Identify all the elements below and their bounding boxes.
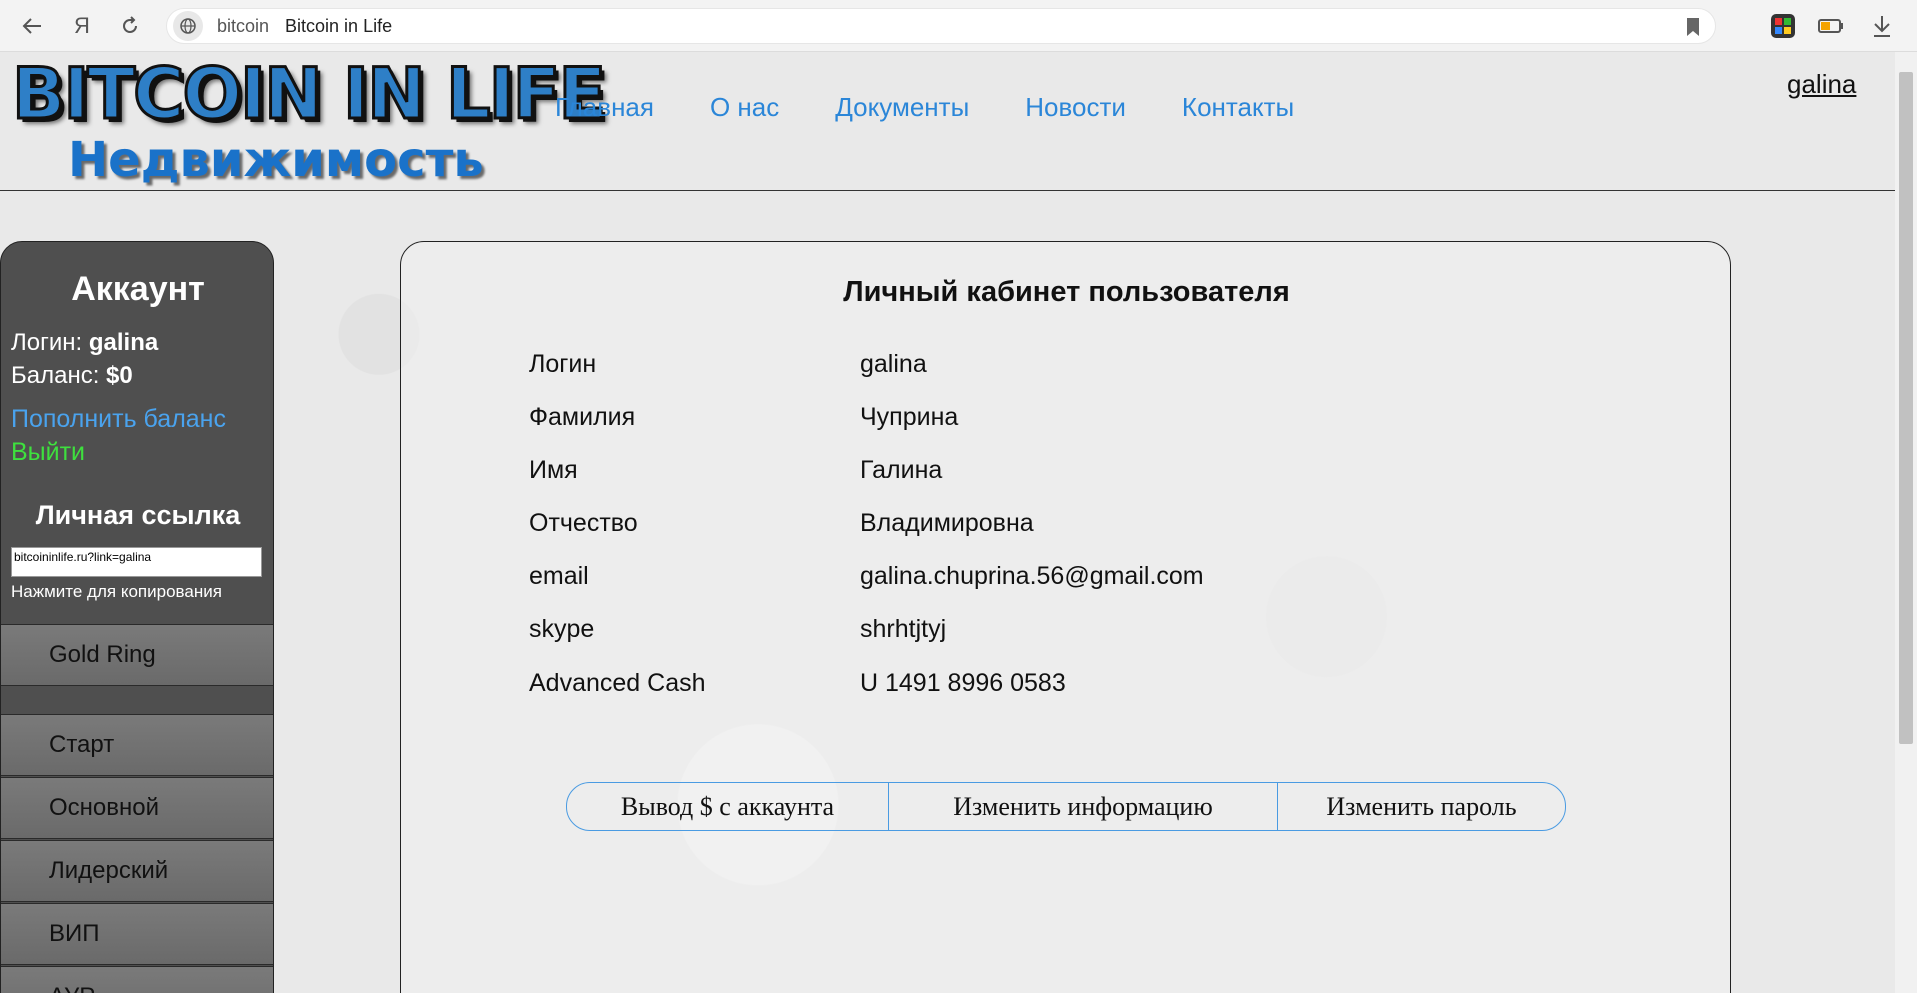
personal-link-title: Личная ссылка [35,500,241,530]
browser-toolbar: Я bitcoin Bitcoin in Life [0,0,1917,52]
header-divider [0,190,1895,191]
site-logo[interactable]: BITCOIN IN LIFE [10,55,607,134]
login-label: Логин: [11,329,89,356]
sidebar-balance: Баланс: $0 [11,362,133,390]
sidebar-title: Аккаунт [71,270,205,308]
balance-label: Баланс: [11,362,107,389]
info-row-patronymic: Отчество Владимировна [529,509,1429,549]
sidebar-item-start[interactable]: Старт [1,714,273,776]
info-label: Фамилия [529,403,636,431]
site-subtitle: Недвижимость [68,132,484,188]
nav-link-documents[interactable]: Документы [835,92,969,123]
copy-hint[interactable]: Нажмите для копирования [11,582,222,602]
info-row-name: Имя Галина [529,456,1429,496]
nav-link-contacts[interactable]: Контакты [1182,92,1294,123]
user-cabinet-card: Личный кабинет пользователя Логин galina… [400,241,1731,993]
sidebar-item-basic[interactable]: Основной [1,777,273,839]
reload-icon[interactable] [116,12,144,40]
yandex-icon[interactable]: Я [68,12,96,40]
balance-value: $0 [106,362,133,389]
info-value: Владимировна [860,509,1034,537]
info-label: Логин [529,350,597,378]
scrollbar-thumb[interactable] [1899,72,1913,744]
back-arrow-icon[interactable] [18,12,46,40]
change-password-button[interactable]: Изменить пароль [1277,783,1565,830]
sidebar-item-vip[interactable]: ВИП [1,903,273,965]
info-row-email: email galina.chuprina.56@gmail.com [529,562,1429,602]
info-row-advanced-cash: Advanced Cash U 1491 8996 0583 [529,669,1429,709]
topup-balance-link[interactable]: Пополнить баланс [11,405,226,434]
account-sidebar: Аккаунт Логин: galina Баланс: $0 Пополни… [0,241,274,993]
nav-link-about[interactable]: О нас [710,92,779,123]
info-label: Отчество [529,509,638,537]
page-scrollbar[interactable] [1895,52,1917,993]
sidebar-login: Логин: galina [11,329,158,357]
info-value: Галина [860,456,943,484]
top-nav: Главная О нас Документы Новости Контакты [555,92,1350,123]
info-value: shrhtjtyj [860,615,947,643]
sidebar-item-aur[interactable]: АУР [1,966,273,993]
page-title: Личный кабинет пользователя [843,276,1290,308]
user-profile-link[interactable]: galina [1787,69,1856,100]
info-label: Advanced Cash [529,669,706,697]
login-value: galina [88,329,159,356]
address-bar[interactable]: bitcoin Bitcoin in Life [166,8,1716,44]
info-label: Имя [529,456,578,484]
extension-icon[interactable] [1770,13,1796,39]
personal-link-field[interactable]: bitcoininlife.ru?link=galina [11,547,262,577]
edit-info-button[interactable]: Изменить информацию [888,783,1277,830]
info-label: skype [529,615,595,643]
globe-icon[interactable] [173,11,203,41]
download-icon[interactable] [1870,13,1896,39]
info-value: Чуприна [860,403,959,431]
info-value: galina [860,350,927,378]
withdraw-button[interactable]: Вывод $ с аккаунта [567,783,888,830]
info-value: galina.chuprina.56@gmail.com [860,562,1204,590]
info-row-surname: Фамилия Чуприна [529,403,1429,443]
info-row-skype: skype shrhtjtyj [529,615,1429,655]
sidebar-item-leader[interactable]: Лидерский [1,840,273,902]
address-domain: bitcoin [217,15,270,36]
battery-icon[interactable] [1817,13,1843,39]
info-row-login: Логин galina [529,350,1429,390]
info-label: email [529,562,589,590]
info-value: U 1491 8996 0583 [860,669,1066,697]
page-content: BITCOIN IN LIFE Недвижимость Главная О н… [0,52,1895,993]
nav-link-home[interactable]: Главная [555,92,654,123]
nav-link-news[interactable]: Новости [1025,92,1126,123]
sidebar-item-gold-ring[interactable]: Gold Ring [1,624,273,686]
bookmark-icon[interactable] [1685,17,1701,41]
account-actions: Вывод $ с аккаунта Изменить информацию И… [566,782,1566,831]
logout-link[interactable]: Выйти [11,438,85,467]
address-page-title: Bitcoin in Life [285,15,393,36]
